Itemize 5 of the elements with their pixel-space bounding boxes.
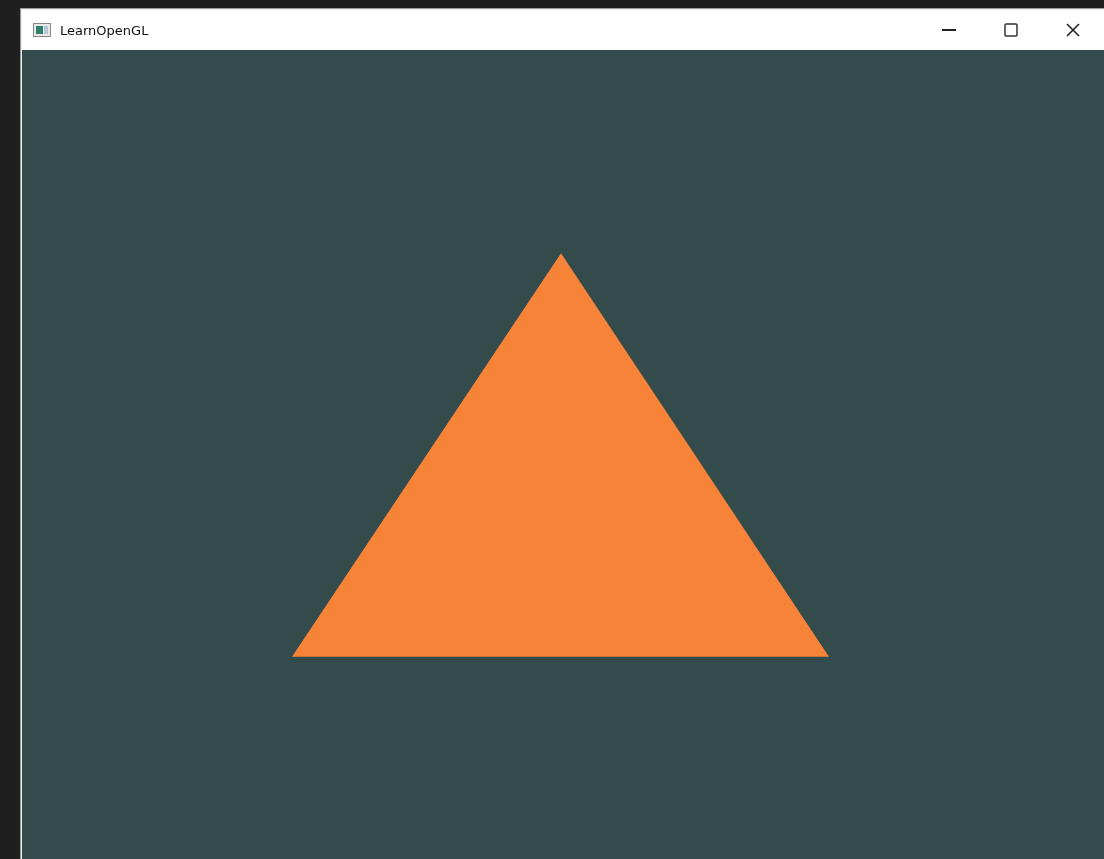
close-icon: [1066, 23, 1080, 37]
window-title: LearnOpenGL: [60, 22, 150, 38]
maximize-icon: [1004, 23, 1018, 37]
minimize-icon: [942, 29, 956, 31]
app-icon: [33, 23, 51, 37]
